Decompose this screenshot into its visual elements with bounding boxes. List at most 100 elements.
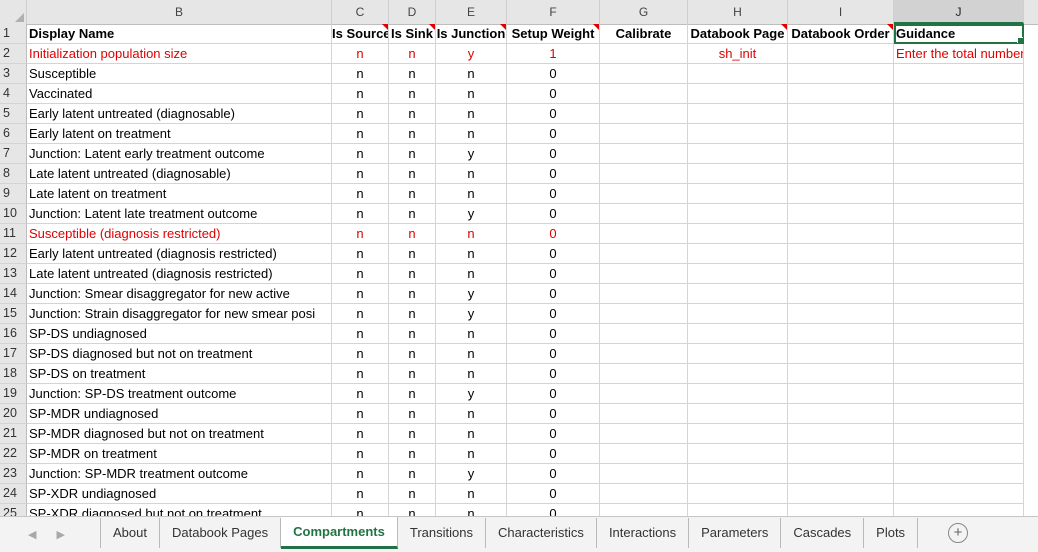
cell-b[interactable]: Junction: SP-DS treatment outcome	[27, 384, 332, 404]
cell-c[interactable]: n	[332, 84, 389, 104]
cell-f[interactable]: 0	[507, 384, 600, 404]
cell-g[interactable]	[600, 104, 688, 124]
cell-b[interactable]: Junction: Smear disaggregator for new ac…	[27, 284, 332, 304]
row-number[interactable]: 19	[0, 384, 27, 404]
cell-j[interactable]	[894, 204, 1024, 224]
cell-c[interactable]: n	[332, 164, 389, 184]
cell-i[interactable]	[788, 184, 894, 204]
cell-j[interactable]	[894, 464, 1024, 484]
cell-i[interactable]	[788, 464, 894, 484]
cell-c[interactable]: n	[332, 104, 389, 124]
cell-d[interactable]: Is Sink	[389, 24, 436, 44]
row-number[interactable]: 23	[0, 464, 27, 484]
cell-j[interactable]	[894, 404, 1024, 424]
row-number[interactable]: 7	[0, 144, 27, 164]
tab-transitions[interactable]: Transitions	[398, 518, 486, 548]
cell-h[interactable]	[688, 244, 788, 264]
row-number[interactable]: 3	[0, 64, 27, 84]
cell-b[interactable]: Susceptible	[27, 64, 332, 84]
column-header-d[interactable]: D	[389, 0, 436, 24]
cell-f[interactable]: 0	[507, 124, 600, 144]
cell-b[interactable]: SP-MDR diagnosed but not on treatment	[27, 424, 332, 444]
cell-g[interactable]	[600, 164, 688, 184]
cell-d[interactable]: n	[389, 384, 436, 404]
cell-i[interactable]	[788, 504, 894, 516]
cell-b[interactable]: SP-DS diagnosed but not on treatment	[27, 344, 332, 364]
row-number[interactable]: 21	[0, 424, 27, 444]
cell-e[interactable]: n	[436, 224, 507, 244]
cell-h[interactable]	[688, 324, 788, 344]
cell-f[interactable]: 0	[507, 144, 600, 164]
cell-j[interactable]	[894, 444, 1024, 464]
cell-f[interactable]: 0	[507, 344, 600, 364]
cell-i[interactable]	[788, 324, 894, 344]
cell-e[interactable]: y	[436, 204, 507, 224]
cell-g[interactable]	[600, 384, 688, 404]
tab-characteristics[interactable]: Characteristics	[486, 518, 597, 548]
cell-b[interactable]: Late latent untreated (diagnosable)	[27, 164, 332, 184]
cell-j[interactable]: Enter the total number	[894, 44, 1024, 64]
cell-f[interactable]: 0	[507, 424, 600, 444]
cell-c[interactable]: n	[332, 124, 389, 144]
cell-g[interactable]	[600, 484, 688, 504]
cell-i[interactable]	[788, 44, 894, 64]
cell-b[interactable]: SP-MDR on treatment	[27, 444, 332, 464]
cell-f[interactable]: 0	[507, 244, 600, 264]
cell-e[interactable]: y	[436, 144, 507, 164]
cell-d[interactable]: n	[389, 404, 436, 424]
cell-d[interactable]: n	[389, 144, 436, 164]
cell-e[interactable]: n	[436, 164, 507, 184]
cell-g[interactable]	[600, 184, 688, 204]
cell-f[interactable]: 0	[507, 284, 600, 304]
cell-i[interactable]	[788, 84, 894, 104]
cell-b[interactable]: Late latent untreated (diagnosis restric…	[27, 264, 332, 284]
cell-g[interactable]	[600, 364, 688, 384]
cell-e[interactable]: y	[436, 384, 507, 404]
cell-e[interactable]: n	[436, 484, 507, 504]
cell-e[interactable]: n	[436, 424, 507, 444]
cell-g[interactable]: Calibrate	[600, 24, 688, 44]
cell-h[interactable]	[688, 204, 788, 224]
cell-h[interactable]	[688, 104, 788, 124]
cell-b[interactable]: Early latent untreated (diagnosis restri…	[27, 244, 332, 264]
cell-h[interactable]	[688, 64, 788, 84]
row-number[interactable]: 16	[0, 324, 27, 344]
row-number[interactable]: 8	[0, 164, 27, 184]
cell-i[interactable]	[788, 344, 894, 364]
cell-c[interactable]: n	[332, 444, 389, 464]
row-number[interactable]: 22	[0, 444, 27, 464]
cell-d[interactable]: n	[389, 44, 436, 64]
cell-f[interactable]: 0	[507, 504, 600, 516]
cell-f[interactable]: 0	[507, 224, 600, 244]
cell-e[interactable]: n	[436, 404, 507, 424]
cell-e[interactable]: n	[436, 344, 507, 364]
cell-f[interactable]: 0	[507, 484, 600, 504]
cell-i[interactable]	[788, 284, 894, 304]
cell-d[interactable]: n	[389, 64, 436, 84]
column-header-i[interactable]: I	[788, 0, 894, 24]
cell-b[interactable]: Early latent untreated (diagnosable)	[27, 104, 332, 124]
row-number[interactable]: 4	[0, 84, 27, 104]
cell-b[interactable]: Vaccinated	[27, 84, 332, 104]
cell-i[interactable]	[788, 364, 894, 384]
cell-h[interactable]	[688, 284, 788, 304]
cell-d[interactable]: n	[389, 264, 436, 284]
cell-j[interactable]	[894, 244, 1024, 264]
tab-cascades[interactable]: Cascades	[781, 518, 865, 548]
cell-c[interactable]: n	[332, 424, 389, 444]
cell-c[interactable]: n	[332, 204, 389, 224]
cell-i[interactable]	[788, 204, 894, 224]
row-number[interactable]: 6	[0, 124, 27, 144]
cell-j[interactable]	[894, 64, 1024, 84]
cell-b[interactable]: SP-DS undiagnosed	[27, 324, 332, 344]
cell-j[interactable]	[894, 324, 1024, 344]
cell-f[interactable]: 0	[507, 104, 600, 124]
cell-j[interactable]	[894, 364, 1024, 384]
cell-d[interactable]: n	[389, 244, 436, 264]
tab-plots[interactable]: Plots	[864, 518, 919, 548]
cell-d[interactable]: n	[389, 104, 436, 124]
cell-h[interactable]	[688, 504, 788, 516]
cell-i[interactable]	[788, 104, 894, 124]
cell-g[interactable]	[600, 64, 688, 84]
cell-f[interactable]: 0	[507, 364, 600, 384]
